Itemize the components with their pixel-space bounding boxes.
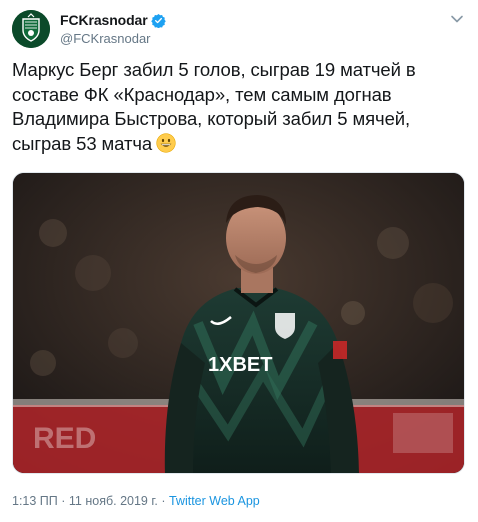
tweet: FCKrasnodar @FCKrasnodar Маркус Берг заб… [0,0,478,522]
advertising-board-text: RED [33,422,96,455]
display-name[interactable]: FCKrasnodar [60,12,148,28]
tweet-photo[interactable]: RED 1XBET [12,172,465,474]
tweet-source-link[interactable]: Twitter Web App [169,494,260,508]
tweet-time[interactable]: 1:13 ПП [12,494,58,508]
tweet-date[interactable]: 11 нояб. 2019 г. [69,494,158,508]
tweet-body: Маркус Берг забил 5 голов, сыграв 19 мат… [12,59,416,154]
verified-badge-icon [150,13,166,28]
chevron-down-icon[interactable] [450,14,464,24]
tweet-meta: 1:13 ПП · 11 нояб. 2019 г. · Twitter Web… [12,494,260,508]
meta-separator: · [57,494,69,508]
tweet-text: Маркус Берг забил 5 голов, сыграв 19 мат… [12,58,464,156]
shirt-sponsor-text: 1XBET [208,354,272,376]
tweet-header: FCKrasnodar @FCKrasnodar [12,10,466,50]
avatar[interactable] [12,10,50,48]
player-photo: RED 1XBET [13,173,464,473]
meta-separator-2: · [157,494,169,508]
handle[interactable]: @FCKrasnodar [60,31,166,46]
author-names: FCKrasnodar @FCKrasnodar [60,12,166,46]
grinning-face-icon [156,132,176,153]
fc-krasnodar-crest-icon [12,10,50,48]
